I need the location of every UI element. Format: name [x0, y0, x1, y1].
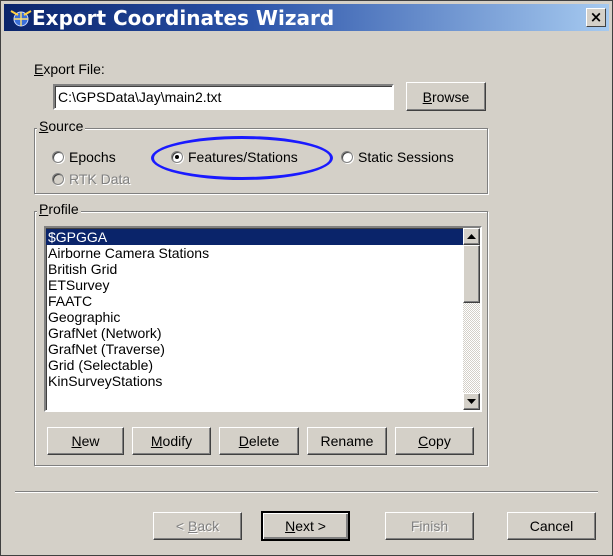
satellite-globe-icon: [10, 10, 32, 27]
copy-mnemonic: C: [418, 433, 429, 449]
radio-rtk-data: RTK Data: [52, 171, 130, 187]
export-file-field[interactable]: C:\GPSData\Jay\main2.txt: [53, 84, 394, 110]
back-label: ack: [197, 518, 220, 534]
source-group-title: Source: [37, 118, 86, 134]
list-item[interactable]: GrafNet (Network): [46, 325, 480, 341]
profile-title-text: rofile: [48, 201, 79, 217]
cancel-button[interactable]: Cancel: [507, 512, 596, 540]
source-mnemonic: S: [39, 118, 49, 134]
source-title-text: ource: [48, 118, 84, 134]
next-button[interactable]: Next >: [261, 511, 350, 541]
profile-group-title: Profile: [37, 201, 81, 217]
new-mnemonic: N: [71, 433, 82, 449]
scroll-up-button[interactable]: [463, 228, 480, 245]
list-item[interactable]: FAATC: [46, 293, 480, 309]
close-icon: ×: [589, 8, 603, 26]
cancel-label: Cancel: [529, 518, 574, 534]
close-button[interactable]: ×: [586, 8, 606, 27]
list-item[interactable]: Airborne Camera Stations: [46, 245, 480, 261]
export-file-label: Export File:: [34, 61, 105, 77]
rename-label: Rename: [320, 433, 374, 449]
next-label: ext >: [295, 518, 326, 534]
next-mnemonic: N: [285, 518, 296, 534]
list-item[interactable]: KinSurveyStations: [46, 373, 480, 389]
footer-divider: [15, 491, 598, 493]
modify-button[interactable]: Modify: [132, 427, 211, 455]
window-title: Export Coordinates Wizard: [32, 6, 335, 30]
radio-static-sessions-label: Static Sessions: [358, 149, 454, 165]
list-item[interactable]: Grid (Selectable): [46, 357, 480, 373]
up-arrow-icon: [467, 234, 476, 239]
profile-list-scrollbar[interactable]: [463, 228, 480, 410]
copy-label: opy: [428, 433, 451, 449]
annotation-highlight-ellipse: [151, 136, 333, 180]
new-label: ew: [81, 433, 100, 449]
scroll-thumb[interactable]: [463, 245, 480, 303]
back-mnemonic: B: [187, 518, 198, 534]
export-file-label-mnemonic: E: [34, 61, 44, 77]
list-item[interactable]: British Grid: [46, 261, 480, 277]
title-bar[interactable]: Export Coordinates Wizard ×: [4, 4, 609, 31]
radio-epochs-label: Epochs: [69, 149, 116, 165]
list-item[interactable]: Geographic: [46, 309, 480, 325]
radio-epochs[interactable]: Epochs: [52, 149, 116, 165]
profile-list[interactable]: $GPGGA Airborne Camera Stations British …: [44, 226, 482, 412]
browse-mnemonic: B: [422, 88, 432, 105]
back-button: < Back: [153, 512, 242, 540]
down-arrow-icon: [467, 399, 476, 404]
profile-list-items: $GPGGA Airborne Camera Stations British …: [46, 228, 480, 389]
radio-rtk-data-indicator: [52, 173, 64, 185]
delete-button[interactable]: Delete: [219, 427, 299, 455]
list-item[interactable]: $GPGGA: [46, 229, 463, 245]
browse-label: rowse: [431, 88, 470, 105]
list-item[interactable]: ETSurvey: [46, 277, 480, 293]
radio-static-sessions[interactable]: Static Sessions: [341, 149, 454, 165]
delete-label: elete: [248, 433, 280, 449]
delete-mnemonic: D: [238, 433, 249, 449]
finish-label: Finish: [410, 518, 449, 534]
profile-mnemonic: P: [39, 201, 49, 217]
modify-label: odify: [162, 433, 193, 449]
scroll-down-button[interactable]: [463, 393, 480, 410]
modify-mnemonic: M: [150, 433, 163, 449]
export-file-label-text: xport File:: [43, 61, 105, 77]
copy-button[interactable]: Copy: [395, 427, 474, 455]
browse-button[interactable]: Browse: [406, 82, 486, 111]
new-button[interactable]: New: [47, 427, 124, 455]
radio-static-sessions-indicator: [341, 151, 353, 163]
back-prefix: <: [175, 518, 188, 534]
radio-rtk-data-label: RTK Data: [69, 171, 131, 187]
radio-epochs-indicator: [52, 151, 64, 163]
export-coordinates-wizard-window: Export Coordinates Wizard × Export File:…: [0, 0, 613, 556]
rename-button[interactable]: Rename: [307, 427, 387, 455]
finish-button: Finish: [385, 512, 474, 540]
list-item[interactable]: GrafNet (Traverse): [46, 341, 480, 357]
